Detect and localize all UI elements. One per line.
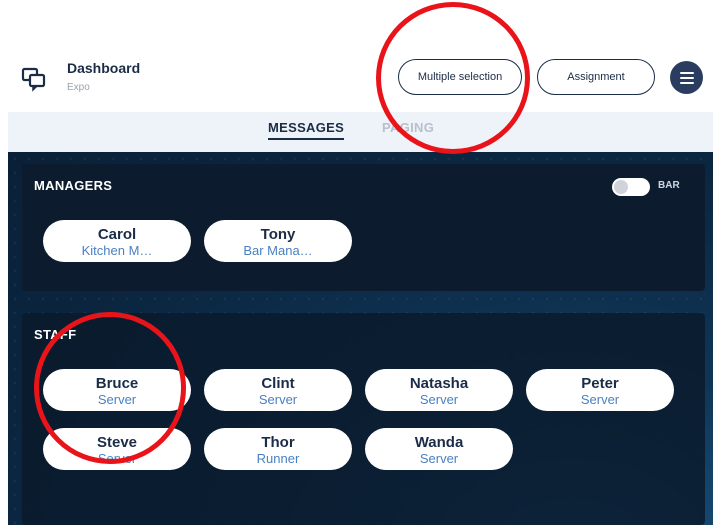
staff-heading: STAFF (34, 327, 77, 342)
bar-toggle[interactable] (612, 178, 650, 196)
person-name: Wanda (414, 434, 464, 451)
page-subtitle: Expo (67, 82, 90, 93)
person-card-carol[interactable]: Carol Kitchen M… (43, 220, 191, 262)
tab-bar: MESSAGES PAGING (8, 112, 713, 152)
person-role: Kitchen M… (81, 243, 153, 258)
menu-line (679, 71, 694, 74)
person-name: Steve (96, 434, 138, 451)
menu-line (679, 76, 694, 79)
person-card-thor[interactable]: Thor Runner (204, 428, 352, 470)
managers-heading: MANAGERS (34, 178, 113, 193)
person-name: Bruce (95, 375, 139, 392)
tab-messages[interactable]: MESSAGES (268, 120, 345, 140)
person-role: Bar Mana… (243, 243, 313, 258)
app-window: Dashboard Expo Multiple selection Assign… (8, 44, 713, 525)
person-role: Server (97, 451, 137, 466)
bar-toggle-label: BAR (658, 180, 680, 191)
staff-panel: STAFF Bruce Server Clint Server Natasha … (22, 313, 705, 525)
person-name: Thor (261, 434, 295, 451)
main-content: MANAGERS BAR Carol Kitchen M… Tony Bar M… (8, 152, 713, 525)
toggle-knob (614, 180, 628, 194)
person-card-natasha[interactable]: Natasha Server (365, 369, 513, 411)
chat-bubbles-icon (21, 67, 46, 92)
managers-panel: MANAGERS BAR Carol Kitchen M… Tony Bar M… (22, 164, 705, 291)
header: Dashboard Expo Multiple selection Assign… (8, 44, 713, 112)
menu-line (679, 81, 694, 84)
person-role: Server (97, 392, 137, 407)
person-name: Clint (261, 375, 295, 392)
person-role: Server (419, 392, 459, 407)
person-role: Runner (256, 451, 300, 466)
person-card-bruce[interactable]: Bruce Server (43, 369, 191, 411)
person-name: Tony (260, 226, 296, 243)
hamburger-menu-button[interactable] (670, 61, 703, 94)
person-role: Server (258, 392, 298, 407)
person-card-tony[interactable]: Tony Bar Mana… (204, 220, 352, 262)
person-card-wanda[interactable]: Wanda Server (365, 428, 513, 470)
multiple-selection-button[interactable]: Multiple selection (398, 59, 522, 95)
person-card-peter[interactable]: Peter Server (526, 369, 674, 411)
tab-paging[interactable]: PAGING (382, 120, 434, 135)
person-role: Server (419, 451, 459, 466)
page-title: Dashboard (67, 60, 141, 76)
person-name: Carol (97, 226, 137, 243)
person-card-steve[interactable]: Steve Server (43, 428, 191, 470)
person-name: Natasha (409, 375, 469, 392)
person-card-clint[interactable]: Clint Server (204, 369, 352, 411)
assignment-button[interactable]: Assignment (537, 59, 655, 95)
person-name: Peter (581, 375, 619, 392)
person-role: Server (580, 392, 620, 407)
